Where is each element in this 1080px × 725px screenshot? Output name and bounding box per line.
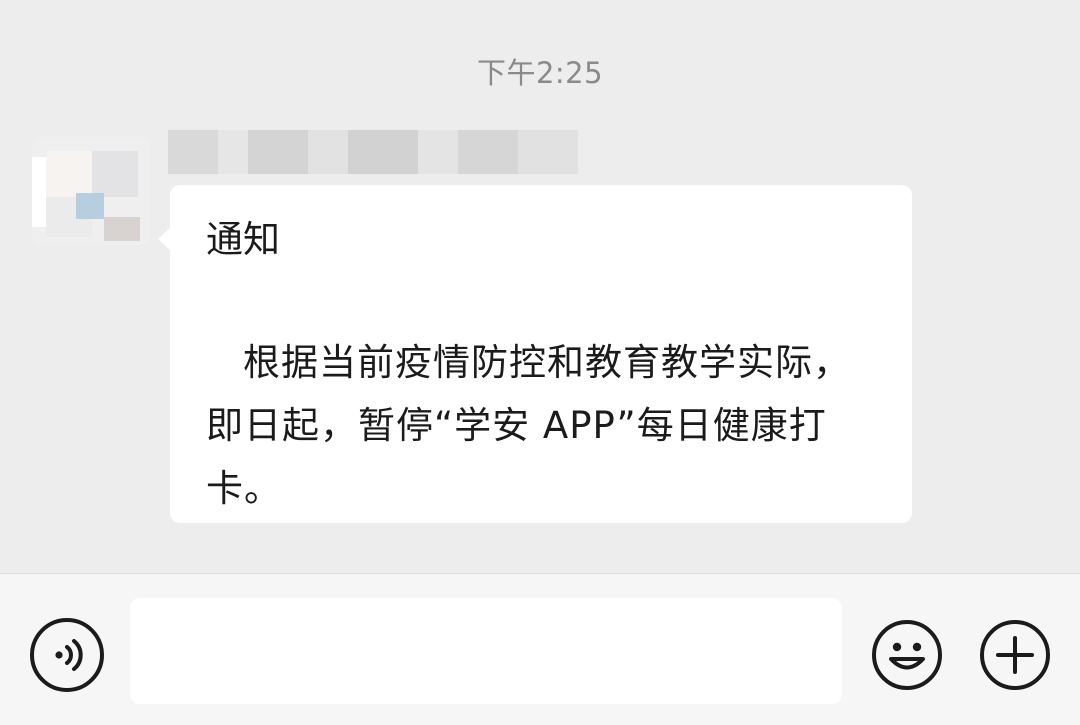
message-bubble[interactable]: 通知 根据当前疫情防控和教育教学实际，即日起，暂停“学安 APP”每日健康打卡。 <box>170 185 912 523</box>
chat-area: 下午2:25 通知 根据当前疫情防控和教育教学实际，即日起，暂停“学安 APP”… <box>0 0 1080 573</box>
voice-icon <box>55 639 83 671</box>
message-input[interactable] <box>130 598 842 704</box>
plus-icon <box>980 620 1050 690</box>
input-bar <box>0 573 1080 725</box>
more-button[interactable] <box>978 618 1052 692</box>
message-title: 通知 <box>206 218 280 261</box>
emoji-icon <box>872 620 942 690</box>
message-timestamp: 下午2:25 <box>476 56 604 90</box>
sender-avatar[interactable] <box>32 137 150 245</box>
voice-button[interactable] <box>30 618 104 692</box>
message-body: 根据当前疫情防控和教育教学实际，即日起，暂停“学安 APP”每日健康打卡。 <box>206 341 851 510</box>
sender-name-blurred <box>168 130 578 174</box>
emoji-button[interactable] <box>870 618 944 692</box>
